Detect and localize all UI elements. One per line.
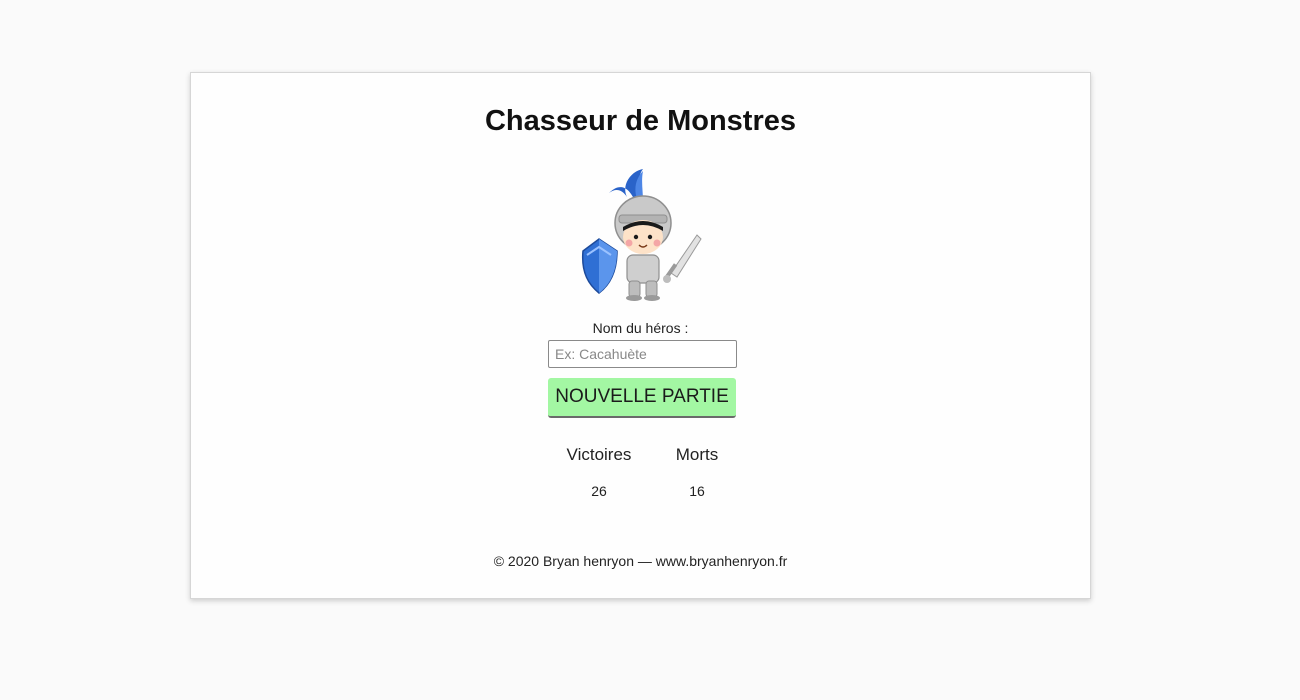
victories-column: Victoires 26 <box>559 443 639 499</box>
game-card: Chasseur de Monstres Nom du héros : NOUV… <box>190 72 1091 599</box>
new-game-button[interactable]: NOUVELLE PARTIE <box>548 378 736 418</box>
victories-label: Victoires <box>566 445 632 464</box>
page-title: Chasseur de Monstres <box>484 105 797 137</box>
deaths-label: Morts <box>675 445 719 464</box>
footer-copyright: © 2020 Bryan henryon — www.bryanhenryon.… <box>493 553 788 569</box>
deaths-count: 16 <box>689 483 705 499</box>
deaths-column: Morts 16 <box>657 443 737 499</box>
hero-name-label: Nom du héros : <box>592 320 689 336</box>
victories-count: 26 <box>591 483 607 499</box>
hero-name-input[interactable] <box>548 340 737 368</box>
knight-mascot-image <box>581 169 702 301</box>
